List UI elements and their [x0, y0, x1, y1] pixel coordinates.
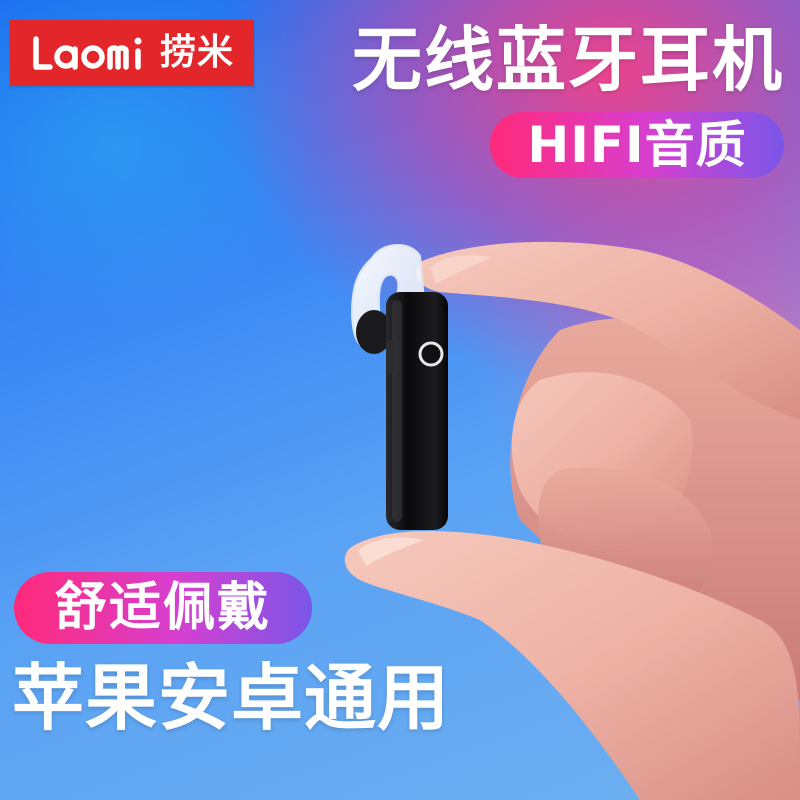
- brand-wordmark: [33, 36, 142, 70]
- compatibility-text: 苹果安卓通用: [12, 656, 451, 740]
- product-banner: 捞米 无线蓝牙耳机 HIFI音质 舒适佩戴 苹果安卓通用: [0, 0, 800, 800]
- power-button: [418, 341, 444, 367]
- hifi-badge: HIFI音质: [490, 112, 784, 178]
- brand-chinese-name: 捞米: [159, 32, 234, 73]
- headline: 无线蓝牙耳机: [352, 19, 784, 101]
- brand-logo: 捞米: [10, 20, 254, 86]
- comfort-badge: 舒适佩戴: [14, 572, 312, 644]
